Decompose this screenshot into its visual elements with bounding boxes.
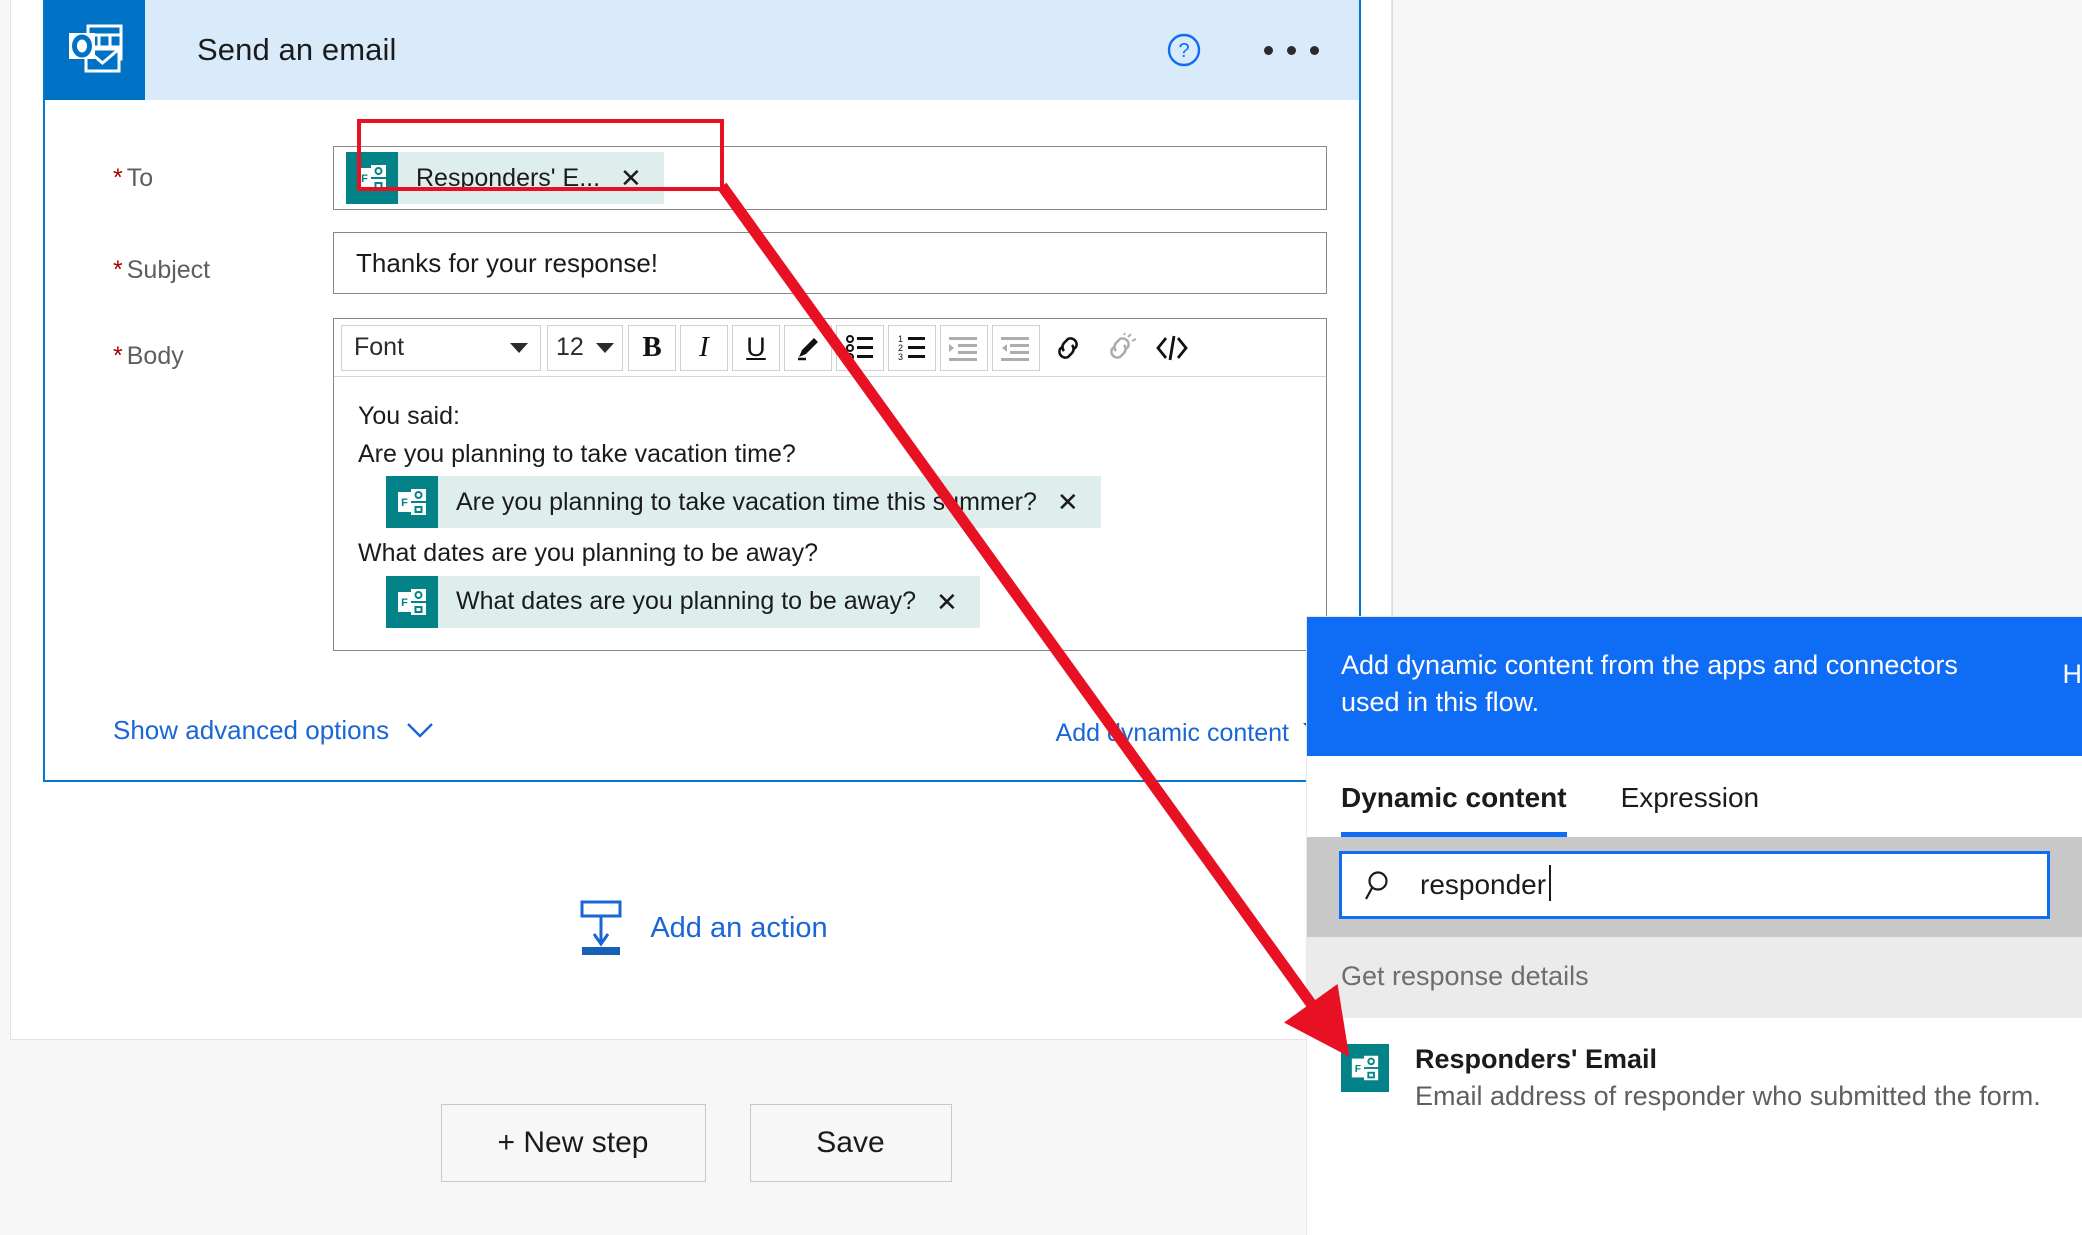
to-input[interactable]: F Responders' E... ✕	[333, 146, 1327, 210]
card-body: * To F Responders' E... ✕ * Subject Than…	[45, 100, 1359, 780]
font-family-select[interactable]: Font	[341, 324, 541, 371]
dynamic-content-banner: Add dynamic content from the apps and co…	[1307, 617, 2082, 756]
dynamic-content-banner-text: Add dynamic content from the apps and co…	[1341, 650, 1958, 718]
dynamic-content-item-responders-email[interactable]: F Responders' Email Email address of res…	[1307, 1017, 2082, 1142]
body-token-row: F Are you planning to take vacation time…	[386, 476, 1302, 528]
svg-text:3: 3	[898, 352, 903, 362]
body-token-label: Are you planning to take vacation time t…	[456, 487, 1037, 516]
body-token-vacation-question[interactable]: F Are you planning to take vacation time…	[386, 476, 1101, 528]
to-field-row: * To F Responders' E... ✕	[45, 146, 1359, 210]
dynamic-content-group-header: Get response details	[1307, 936, 2082, 1018]
required-asterisk: *	[113, 342, 123, 370]
subject-value: Thanks for your response!	[356, 247, 659, 278]
body-line: You said:	[358, 402, 460, 430]
svg-text:F: F	[401, 597, 408, 609]
required-asterisk: *	[113, 164, 123, 192]
to-token-remove-icon[interactable]: ✕	[606, 165, 664, 191]
card-header: Send an email ?	[45, 0, 1359, 100]
chevron-down-icon	[596, 342, 614, 353]
save-button[interactable]: Save	[749, 1103, 952, 1182]
dynamic-content-search-wrap: responder	[1307, 836, 2082, 937]
highlighter-icon[interactable]	[784, 324, 832, 371]
svg-text:F: F	[1355, 1063, 1361, 1074]
card-title: Send an email	[197, 32, 397, 67]
send-an-email-card: Send an email ? * To F Responders' E... …	[43, 0, 1361, 782]
dynamic-content-search-input[interactable]: responder	[1339, 850, 2050, 919]
microsoft-forms-icon: F	[386, 476, 438, 528]
chevron-down-icon	[407, 723, 433, 738]
dynamic-content-tabs: Dynamic content Expression	[1307, 756, 2082, 837]
code-view-icon[interactable]	[1148, 324, 1196, 371]
search-value: responder	[1420, 864, 1552, 901]
body-line: Are you planning to take vacation time?	[358, 439, 796, 468]
microsoft-forms-icon: F	[1341, 1043, 1389, 1092]
svg-text:F: F	[401, 497, 408, 509]
body-token-label: What dates are you planning to be away?	[456, 587, 917, 615]
show-advanced-options-toggle[interactable]: Show advanced options	[113, 715, 433, 746]
tab-dynamic-content[interactable]: Dynamic content	[1341, 782, 1567, 837]
body-token-dates-question[interactable]: F What dates are you planning to be away…	[386, 575, 980, 628]
subject-label: * Subject	[113, 256, 211, 284]
body-token-remove-icon[interactable]: ✕	[1043, 489, 1101, 515]
tab-expression[interactable]: Expression	[1621, 782, 1760, 837]
screen-root: Send an email ? * To F Responders' E... …	[0, 0, 2082, 1235]
outdent-icon[interactable]	[992, 324, 1040, 371]
to-token-label: Responders' E...	[416, 163, 601, 192]
to-token-responders-email[interactable]: F Responders' E... ✕	[346, 152, 664, 204]
dynamic-content-item-description: Email address of responder who submitted…	[1415, 1080, 2041, 1111]
indent-icon[interactable]	[940, 324, 988, 371]
subject-field-row: * Subject Thanks for your response!	[45, 232, 1359, 294]
font-family-value: Font	[354, 333, 405, 361]
body-content[interactable]: You said: Are you planning to take vacat…	[334, 377, 1326, 650]
underline-button[interactable]: U	[732, 324, 780, 371]
hide-panel-link[interactable]: H	[2063, 659, 2082, 690]
body-token-remove-icon[interactable]: ✕	[922, 589, 980, 615]
show-advanced-options-label: Show advanced options	[113, 715, 390, 745]
italic-button[interactable]: I	[680, 324, 728, 371]
chevron-down-icon	[510, 342, 528, 353]
card-header-actions: ?	[1166, 0, 1323, 100]
subject-input[interactable]: Thanks for your response!	[333, 232, 1327, 294]
body-line: What dates are you planning to be away?	[358, 539, 819, 567]
to-label: * To	[113, 164, 154, 192]
unlink-icon[interactable]	[1096, 324, 1144, 371]
rte-toolbar: Font 12 B I U 1 2 3	[334, 319, 1326, 377]
new-step-button[interactable]: + New step	[440, 1103, 706, 1182]
search-icon	[1365, 870, 1388, 900]
svg-text:?: ?	[1178, 40, 1189, 62]
body-rich-text-editor: Font 12 B I U 1 2 3 You said: Are you pl…	[333, 318, 1327, 651]
link-icon[interactable]	[1044, 324, 1092, 371]
dynamic-content-panel: Add dynamic content from the apps and co…	[1307, 617, 2082, 1235]
ellipsis-icon[interactable]	[1260, 36, 1323, 65]
add-an-action-label: Add an action	[650, 911, 828, 944]
add-an-action-button[interactable]: Add an action	[11, 900, 1393, 956]
svg-text:F: F	[361, 173, 368, 185]
insert-action-icon	[580, 900, 622, 955]
required-asterisk: *	[113, 256, 123, 284]
font-size-value: 12	[556, 333, 584, 361]
body-field-row: * Body Font 12 B I U 1 2 3 You said: Are…	[45, 318, 1359, 651]
flow-designer-canvas: Send an email ? * To F Responders' E... …	[10, 0, 1392, 1040]
font-size-select[interactable]: 12	[547, 324, 623, 371]
bold-button[interactable]: B	[628, 324, 676, 371]
body-token-row: F What dates are you planning to be away…	[386, 575, 1302, 628]
microsoft-forms-icon: F	[346, 152, 398, 204]
add-dynamic-content-label: Add dynamic content	[1055, 719, 1289, 747]
bulleted-list-icon[interactable]	[836, 324, 884, 371]
bottom-action-bar: + New step Save	[0, 1050, 1392, 1235]
body-label: * Body	[113, 342, 184, 370]
outlook-send-email-icon	[45, 0, 145, 100]
microsoft-forms-icon: F	[386, 575, 438, 628]
help-circle-icon[interactable]: ?	[1166, 32, 1202, 68]
numbered-list-icon[interactable]: 1 2 3	[888, 324, 936, 371]
dynamic-content-item-name: Responders' Email	[1415, 1043, 1657, 1074]
add-dynamic-content-link[interactable]: Add dynamic content	[1056, 719, 1325, 748]
